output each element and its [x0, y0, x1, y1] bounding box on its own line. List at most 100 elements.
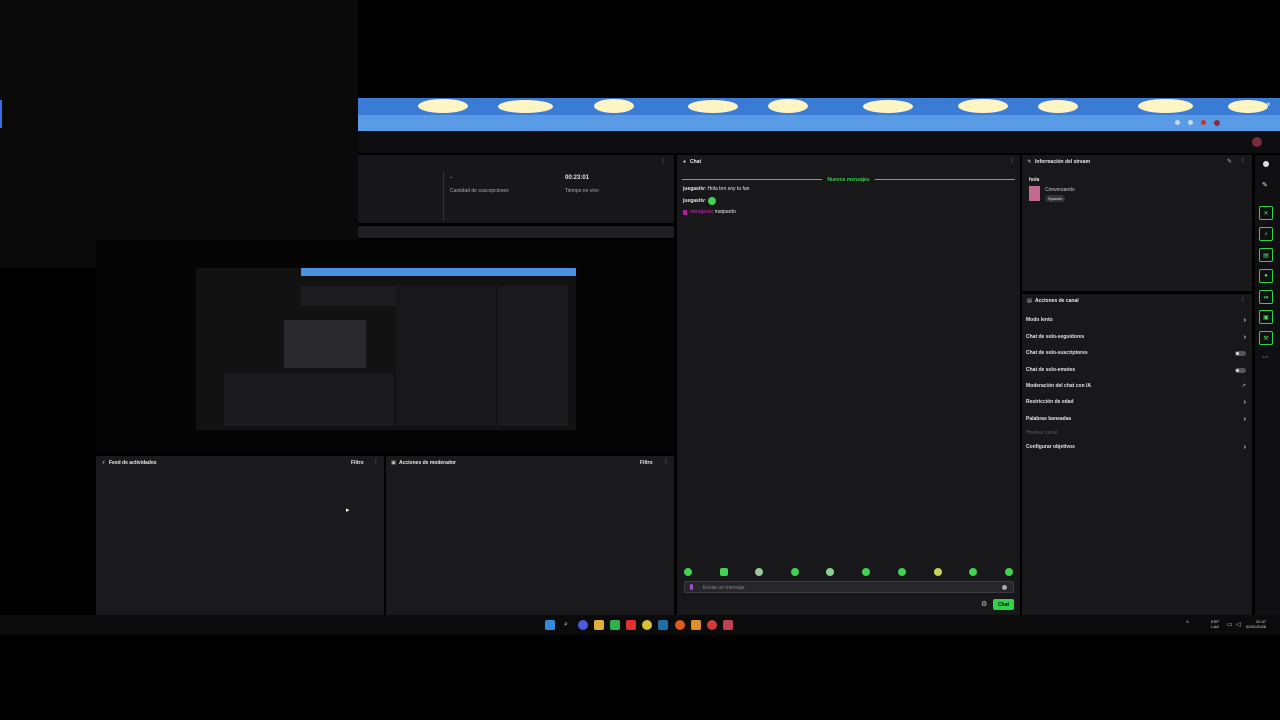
action-label: Restricción de edad — [1026, 399, 1074, 405]
stream-tag[interactable]: Spanish — [1045, 195, 1066, 202]
volume-icon[interactable]: ◁ — [1236, 621, 1241, 628]
lang-bottom: LAA — [1211, 624, 1219, 629]
windows-start-icon[interactable] — [545, 620, 555, 630]
chat-send-button[interactable]: Chat — [993, 599, 1014, 610]
action-ai-moderation[interactable]: Moderación del chat con IA ↗ — [1026, 380, 1246, 392]
tool-crossed-swords-icon[interactable]: ✕ — [1259, 206, 1273, 220]
app-icon[interactable] — [610, 620, 620, 630]
stream-title: hola — [1029, 177, 1040, 183]
action-slow-mode[interactable]: Modo lento › — [1026, 314, 1246, 326]
external-link-icon: ↗ — [1241, 383, 1246, 389]
browser-addressbar[interactable] — [358, 115, 1280, 131]
action-banned-words[interactable]: Palabras baneadas › — [1026, 413, 1246, 425]
kebab-icon[interactable]: ⋮ — [1009, 157, 1015, 164]
network-icon[interactable]: ▭ — [1227, 621, 1233, 628]
avatar[interactable] — [1252, 137, 1262, 147]
browser-toolbar-icons — [1175, 118, 1265, 127]
taskbar — [0, 615, 1280, 635]
action-label: Palabras baneadas — [1026, 416, 1072, 422]
action-label: Hostear canal — [1026, 430, 1057, 436]
lightning-icon: ⚡ — [101, 460, 106, 466]
tool-wrench-icon[interactable]: ⚒ — [1259, 331, 1273, 345]
left-edge-marker — [0, 100, 2, 128]
emoji-icon[interactable] — [1002, 585, 1007, 590]
steam-icon[interactable] — [658, 620, 668, 630]
circle-icon[interactable] — [1263, 161, 1269, 167]
preview-side — [498, 286, 568, 426]
chat-username[interactable]: juegastiv — [683, 198, 705, 204]
record-icon[interactable] — [1201, 120, 1206, 125]
chrome-icon[interactable] — [642, 620, 652, 630]
emote-icon[interactable] — [791, 568, 799, 576]
action-subscribers-only[interactable]: Chat de solo-suscriptores — [1026, 347, 1246, 359]
stream-preview — [96, 240, 674, 453]
kebab-icon[interactable]: ⋮ — [373, 458, 379, 465]
emote-icon[interactable] — [755, 568, 763, 576]
emote-icon[interactable] — [969, 568, 977, 576]
mic-icon[interactable] — [690, 584, 693, 590]
kebab-icon[interactable]: ⋮ — [660, 158, 666, 165]
chevron-right-icon: › — [1243, 398, 1246, 406]
emote-icon[interactable] — [934, 568, 942, 576]
record-app-icon[interactable] — [626, 620, 636, 630]
preview-nested — [284, 320, 366, 368]
profile-icon[interactable] — [1214, 119, 1220, 126]
emotes-only-toggle[interactable] — [1235, 367, 1246, 373]
chat-message: juegastiv: Hola bro soy tu fan — [683, 186, 749, 192]
copilot-icon[interactable] — [578, 620, 588, 630]
extension-icon[interactable] — [1188, 120, 1193, 125]
action-label: Chat de solo-suscriptores — [1026, 350, 1088, 356]
emote-icon[interactable] — [862, 568, 870, 576]
tool-chat-icon[interactable]: ● — [1259, 269, 1273, 283]
emote-icon[interactable] — [826, 568, 834, 576]
stream-category[interactable]: Conversando — [1045, 187, 1075, 193]
close-icon[interactable]: × — [1266, 100, 1271, 109]
settings-gear-icon[interactable]: ⚙ — [981, 600, 987, 608]
emote-icon[interactable] — [684, 568, 692, 576]
action-host-channel: Hostear canal — [1026, 427, 1246, 439]
action-age-restriction[interactable]: Restricción de edad › — [1026, 396, 1246, 408]
live-time-label: Tiempo en vivo — [565, 188, 599, 194]
kebab-icon[interactable]: ⋮ — [1240, 157, 1246, 164]
mod-filter-button[interactable]: Filtro — [640, 460, 653, 466]
tray-chevron-icon[interactable]: ^ — [1186, 621, 1189, 627]
kebab-icon[interactable]: ⋮ — [663, 458, 669, 465]
chat-text: : matpardo — [711, 209, 736, 215]
stats-panel: ⋮ - Cantidad de suscripciones 00:23:01 T… — [358, 155, 674, 223]
action-emotes-only[interactable]: Chat de solo-emotes — [1026, 364, 1246, 376]
activity-feed-title: Feed de actividades — [109, 460, 157, 466]
emote-icon[interactable] — [898, 568, 906, 576]
share-icon[interactable]: ⋯ — [1262, 353, 1269, 361]
game-icon[interactable] — [691, 620, 701, 630]
tool-document-icon[interactable]: ▤ — [1259, 248, 1273, 262]
tool-channel-icon[interactable]: ▣ — [1259, 310, 1273, 324]
clock-date: 02/01/2026 — [1246, 624, 1267, 629]
pen-icon[interactable]: ✎ — [1262, 181, 1268, 189]
obs-icon[interactable] — [723, 620, 733, 630]
tool-split-icon[interactable]: ⇹ — [1259, 290, 1273, 304]
emote-icon[interactable] — [720, 568, 728, 576]
edit-icon[interactable]: ✎ — [1227, 158, 1232, 165]
pencil-icon: ✎ — [1027, 159, 1032, 165]
search-icon[interactable]: ⌕ — [561, 620, 571, 630]
explorer-icon[interactable] — [594, 620, 604, 630]
language-indicator[interactable]: ESP LAA — [1211, 619, 1219, 629]
star-icon[interactable] — [1175, 120, 1180, 125]
subscribers-only-toggle[interactable] — [1235, 350, 1246, 356]
action-followers-only[interactable]: Chat de solo-seguidores › — [1026, 331, 1246, 343]
chat-username[interactable]: stengiuis — [690, 209, 712, 215]
tool-lightning-icon[interactable]: ⚡ — [1259, 227, 1273, 241]
activity-filter-button[interactable]: Filtro — [351, 460, 364, 466]
chat-username[interactable]: juegastiv — [683, 186, 705, 192]
chat-message: juegastiv: — [683, 197, 717, 205]
action-configure-goals[interactable]: Configurar objetivos › — [1026, 441, 1246, 453]
browser-icon[interactable] — [675, 620, 685, 630]
clock[interactable]: 22:47 02/01/2026 — [1246, 619, 1266, 629]
kebab-icon[interactable]: ⋮ — [1240, 296, 1246, 303]
preview-feed — [224, 374, 394, 426]
new-messages-divider[interactable]: Nuevos mensajes — [682, 176, 1015, 183]
app-red-icon[interactable] — [707, 620, 717, 630]
mouse-cursor: ▸ — [346, 507, 350, 514]
chat-input[interactable]: Enviar un mensaje — [684, 581, 1014, 593]
emote-icon[interactable] — [1005, 568, 1013, 576]
